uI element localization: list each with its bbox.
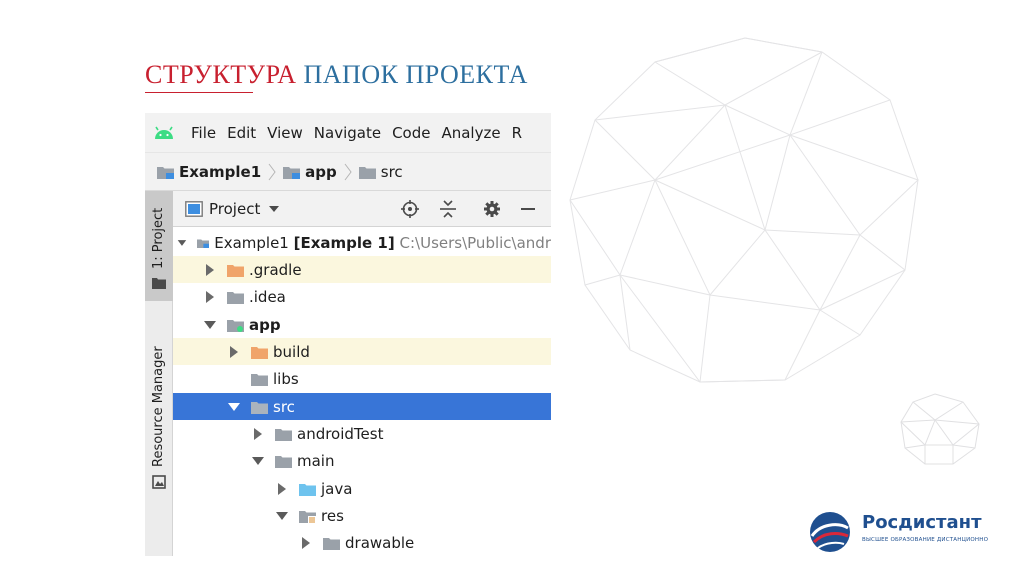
collapsed-arrow-icon[interactable]	[299, 536, 313, 550]
resource-manager-icon	[152, 475, 166, 489]
tree-item-label: .gradle	[249, 260, 302, 279]
tree-item-label: androidTest	[297, 424, 384, 443]
collapse-all-icon[interactable]	[439, 200, 457, 218]
resource-folder-icon	[299, 510, 316, 523]
breadcrumb: Example1 app src	[145, 153, 551, 191]
module-folder-icon	[157, 166, 174, 179]
menu-code[interactable]: Code	[392, 124, 430, 142]
collapsed-arrow-icon[interactable]	[227, 345, 241, 359]
folder-icon	[152, 278, 166, 289]
menu-file[interactable]: File	[191, 124, 216, 142]
project-view-dropdown[interactable]: Project	[209, 200, 260, 218]
tree-item-label: drawable	[345, 533, 415, 552]
tree-item-label: res	[321, 506, 344, 525]
breadcrumb-item-app[interactable]: app	[283, 163, 337, 181]
source-folder-icon	[299, 483, 316, 496]
logo-name: Росдистант	[862, 512, 982, 533]
collapsed-arrow-icon[interactable]	[251, 427, 265, 441]
tree-item-label: main	[297, 451, 335, 470]
tree-item-module-name: [Example 1]	[293, 233, 395, 252]
tree-row-libs[interactable]: libs	[173, 365, 551, 392]
tree-item-label: .idea	[249, 287, 286, 306]
chevron-right-icon	[268, 163, 276, 180]
folder-icon	[358, 166, 376, 179]
menu-refactor[interactable]: R	[512, 124, 522, 142]
breadcrumb-label: Example1	[179, 162, 262, 181]
small-sphere-decoration	[900, 393, 980, 465]
tree-item-label: libs	[273, 369, 299, 388]
menu-edit[interactable]: Edit	[227, 124, 256, 142]
tree-item-label: build	[273, 342, 310, 361]
menu-view[interactable]: View	[267, 124, 303, 142]
tree-item-label: Example1	[214, 233, 289, 252]
tree-item-label: app	[249, 315, 281, 334]
excluded-folder-icon	[251, 346, 268, 359]
slide-title: СТРУКТУРА ПАПОК ПРОЕКТА	[145, 60, 528, 90]
expanded-arrow-icon[interactable]	[251, 454, 265, 468]
tree-row-build[interactable]: build	[173, 338, 551, 365]
tree-row-res[interactable]: res	[173, 502, 551, 529]
tree-row-idea[interactable]: .idea	[173, 283, 551, 310]
side-tab-project[interactable]: 1: Project	[145, 191, 173, 301]
hide-panel-icon[interactable]	[519, 200, 537, 218]
folder-icon	[227, 291, 244, 304]
breadcrumb-item-src[interactable]: src	[358, 162, 403, 181]
tree-row-src[interactable]: src	[173, 393, 551, 420]
tree-item-path: C:\Users\Public\andr	[399, 233, 551, 252]
tree-row-example1[interactable]: Example1 [Example 1] C:\Users\Public\and…	[173, 229, 551, 256]
chevron-down-icon[interactable]	[268, 205, 280, 213]
side-tab-resource-manager-label: Resource Manager	[151, 346, 166, 467]
breadcrumb-label: app	[305, 162, 337, 181]
slide-title-blue: ПАПОК ПРОЕКТА	[303, 60, 528, 89]
excluded-folder-icon	[227, 264, 244, 277]
chevron-right-icon	[344, 163, 352, 180]
tree-item-label: src	[273, 397, 295, 416]
menu-analyze[interactable]: Analyze	[441, 124, 500, 142]
rosdistant-logo-emblem	[810, 512, 850, 552]
ide-window: File Edit View Navigate Code Analyze R E…	[145, 113, 551, 556]
expanded-arrow-icon[interactable]	[275, 509, 289, 523]
gear-icon[interactable]	[483, 200, 501, 218]
locate-icon[interactable]	[401, 200, 419, 218]
geodesic-sphere-decoration	[569, 37, 919, 383]
project-panel: Project Example1 [Example 1] C:\Users\Pu…	[173, 191, 551, 556]
project-panel-header: Project	[173, 191, 551, 227]
android-icon	[155, 126, 173, 139]
tree-row-gradle[interactable]: .gradle	[173, 256, 551, 283]
tree-item-label: java	[321, 479, 353, 498]
tree-row-androidtest[interactable]: androidTest	[173, 420, 551, 447]
folder-icon	[323, 537, 340, 550]
breadcrumb-label: src	[380, 162, 403, 181]
collapsed-arrow-icon[interactable]	[203, 263, 217, 277]
expanded-arrow-icon[interactable]	[177, 236, 187, 250]
side-tab-project-label: 1: Project	[151, 207, 166, 269]
side-tool-window-bar: 1: Project Resource Manager	[145, 191, 173, 556]
title-underline	[145, 92, 253, 93]
tree-row-java[interactable]: java	[173, 475, 551, 502]
slide-title-red: СТРУКТУРА	[145, 60, 297, 89]
collapsed-arrow-icon[interactable]	[203, 290, 217, 304]
folder-icon	[251, 373, 268, 386]
tree-row-drawable[interactable]: drawable	[173, 529, 551, 556]
expanded-arrow-icon[interactable]	[227, 400, 241, 414]
side-tab-resource-manager[interactable]: Resource Manager	[145, 309, 173, 489]
logo-tagline: ВЫСШЕЕ ОБРАЗОВАНИЕ ДИСТАНЦИОННО	[862, 537, 989, 543]
menu-bar: File Edit View Navigate Code Analyze R	[145, 113, 551, 153]
expanded-arrow-icon[interactable]	[203, 318, 217, 332]
collapsed-arrow-icon[interactable]	[275, 482, 289, 496]
android-module-folder-icon	[283, 166, 301, 179]
breadcrumb-item-example1[interactable]: Example1	[157, 163, 261, 181]
module-folder-icon	[197, 238, 210, 248]
folder-icon	[275, 428, 292, 441]
rosdistant-logo: Росдистант ВЫСШЕЕ ОБРАЗОВАНИЕ ДИСТАНЦИОН…	[808, 508, 1008, 556]
folder-icon	[251, 401, 268, 414]
tree-row-app[interactable]: app	[173, 311, 551, 338]
project-view-icon	[185, 200, 203, 217]
menu-navigate[interactable]: Navigate	[314, 124, 381, 142]
tree-row-main[interactable]: main	[173, 447, 551, 474]
android-module-folder-icon	[227, 319, 244, 332]
folder-icon	[275, 455, 292, 468]
